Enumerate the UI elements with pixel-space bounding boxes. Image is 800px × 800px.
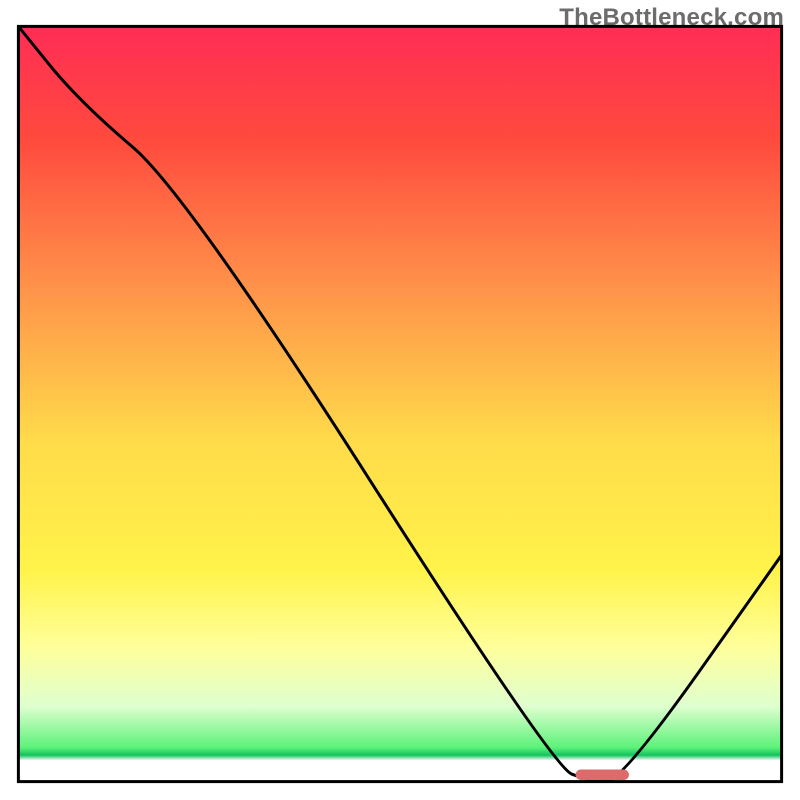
chart-svg — [0, 0, 800, 800]
gradient-background — [18, 26, 781, 781]
target-range-marker — [576, 770, 629, 781]
chart-container: TheBottleneck.com — [0, 0, 800, 800]
